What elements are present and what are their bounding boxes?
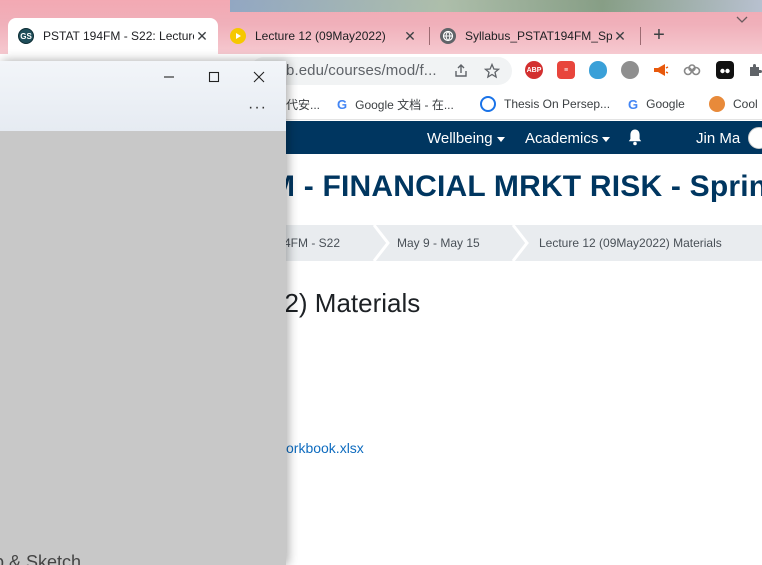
breadcrumb-separator-icon bbox=[372, 225, 390, 261]
user-name[interactable]: Jin Ma bbox=[696, 130, 740, 147]
caret-down-icon bbox=[496, 136, 505, 142]
nav-wellbeing-label: Wellbeing bbox=[427, 130, 493, 147]
bookmark-label: Google 文档 - 在... bbox=[355, 97, 454, 112]
course-title: M - FINANCIAL MRKT RISK - Spring bbox=[270, 170, 762, 203]
tab-separator bbox=[429, 27, 430, 45]
gs-favicon-icon: GS bbox=[18, 28, 34, 44]
tampermonkey-icon[interactable] bbox=[716, 61, 734, 79]
more-options-icon[interactable]: ··· bbox=[248, 99, 267, 117]
bookmark-item[interactable]: Cool bbox=[709, 95, 758, 113]
theme-background bbox=[230, 0, 762, 12]
maximize-button[interactable] bbox=[199, 67, 229, 87]
bookmark-label: Thesis On Persep... bbox=[504, 97, 611, 111]
minimize-button[interactable] bbox=[154, 67, 184, 87]
close-icon[interactable]: ✕ bbox=[612, 28, 628, 45]
workbook-file-link[interactable]: orkbook.xlsx bbox=[286, 440, 364, 456]
bookmark-item[interactable]: Thesis On Persep... bbox=[480, 95, 610, 113]
bookmark-label: Cool bbox=[733, 97, 758, 111]
nav-wellbeing-menu[interactable]: Wellbeing bbox=[427, 130, 505, 147]
cool-icon bbox=[709, 96, 725, 112]
tab-label: Lecture 12 (09May2022) bbox=[255, 29, 386, 43]
new-tab-button[interactable]: + bbox=[648, 24, 670, 46]
notification-bell-icon[interactable] bbox=[627, 128, 643, 146]
puzzle-extensions-icon[interactable] bbox=[746, 61, 762, 79]
breadcrumb-separator-icon bbox=[511, 225, 529, 261]
nav-academics-label: Academics bbox=[525, 130, 599, 147]
notes-extension-icon[interactable]: ≡ bbox=[557, 61, 575, 79]
google-icon: G bbox=[337, 96, 348, 112]
bookmark-item[interactable]: G Google 文档 - 在... bbox=[337, 95, 454, 113]
tab-strip: GS PSTAT 194FM - S22: Lecture 12 ✕ Lectu… bbox=[0, 0, 762, 54]
address-url[interactable]: b.edu/courses/mod/f... bbox=[286, 62, 437, 79]
window-close-button[interactable] bbox=[244, 67, 274, 87]
adblock-plus-icon[interactable]: ABP bbox=[525, 61, 543, 79]
caret-down-icon bbox=[602, 136, 611, 142]
play-favicon-icon bbox=[230, 28, 246, 44]
tab-syllabus[interactable]: Syllabus_PSTAT194FM_Spring ✕ bbox=[436, 18, 634, 54]
bookmark-label: 代安... bbox=[286, 97, 321, 112]
tab-lecture-video[interactable]: Lecture 12 (09May2022) ✕ bbox=[226, 18, 424, 54]
nav-academics-menu[interactable]: Academics bbox=[525, 130, 611, 147]
bookmark-item[interactable]: 代安... bbox=[286, 95, 320, 113]
bookmark-label: Google bbox=[646, 97, 685, 111]
snip-sketch-window: ··· p & Sketch bbox=[0, 61, 286, 565]
breadcrumb-item[interactable]: May 9 - May 15 bbox=[397, 236, 480, 250]
share-icon[interactable] bbox=[451, 61, 471, 81]
bookmark-item[interactable]: G Google bbox=[628, 95, 685, 113]
close-icon[interactable]: ✕ bbox=[194, 28, 210, 45]
app-name-label: p & Sketch bbox=[0, 552, 82, 565]
breadcrumb-item: Lecture 12 (09May2022) Materials bbox=[539, 236, 722, 250]
tab-search-chevron-icon[interactable] bbox=[736, 13, 748, 27]
tab-pstat-course[interactable]: GS PSTAT 194FM - S22: Lecture 12 ✕ bbox=[8, 18, 218, 54]
globe-favicon-icon bbox=[440, 28, 456, 44]
tab-label: Syllabus_PSTAT194FM_Spring bbox=[465, 29, 612, 43]
google-icon: G bbox=[628, 96, 639, 112]
page-title: 22) Materials bbox=[270, 288, 421, 318]
megaphone-extension-icon[interactable] bbox=[652, 61, 670, 79]
bookmark-star-icon[interactable] bbox=[482, 61, 502, 81]
bulb-icon bbox=[480, 96, 496, 112]
close-icon[interactable]: ✕ bbox=[402, 28, 418, 45]
breadcrumb-item[interactable]: 4FM - S22 bbox=[284, 236, 340, 250]
tab-label: PSTAT 194FM - S22: Lecture 12 bbox=[43, 29, 194, 43]
shield-extension-icon[interactable] bbox=[589, 61, 607, 79]
grey-extension-icon[interactable] bbox=[621, 61, 639, 79]
tab-separator bbox=[640, 27, 641, 45]
link-extension-icon[interactable] bbox=[683, 61, 701, 79]
